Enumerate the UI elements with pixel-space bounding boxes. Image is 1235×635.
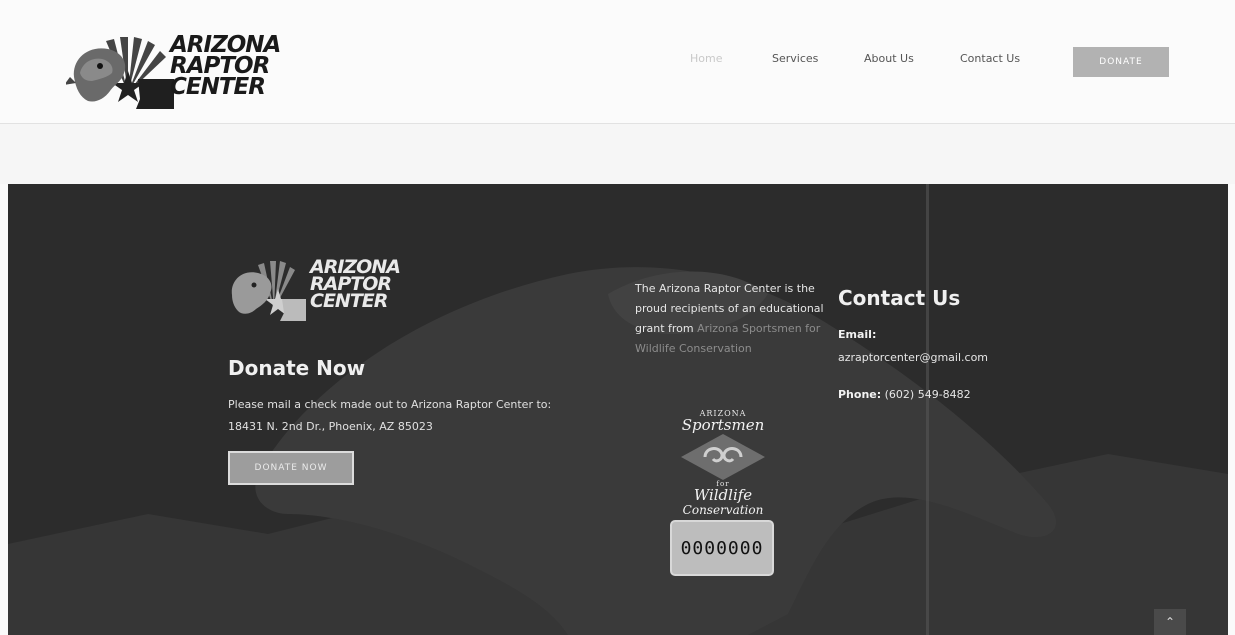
email-label: Email: — [838, 328, 876, 341]
contact-us-heading: Contact Us — [838, 286, 961, 310]
nav-contact-us[interactable]: Contact Us — [960, 52, 1020, 65]
badge-wildlife-label: Wildlife — [693, 486, 753, 504]
logo-line-center: CENTER — [170, 74, 266, 100]
eagle-flag-emblem-icon — [66, 37, 174, 109]
ornament-emblem-icon — [681, 434, 765, 480]
donate-now-heading: Donate Now — [228, 356, 366, 380]
donate-address: 18431 N. 2nd Dr., Phoenix, AZ 85023 — [228, 420, 433, 433]
phone-line: Phone: (602) 549-8482 — [838, 388, 971, 401]
badge-conservation-label: Conservation — [682, 503, 764, 517]
phone-number[interactable]: (602) 549-8482 — [885, 388, 971, 401]
footer-logo-wordmark: ARIZONA RAPTOR CENTER — [310, 258, 401, 312]
chevron-up-icon: ⌃ — [1164, 615, 1176, 629]
donate-now-button[interactable]: DONATE NOW — [228, 451, 354, 485]
site-logo[interactable]: ARIZONA RAPTOR CENTER — [66, 33, 286, 109]
footer-logo[interactable]: ARIZONA RAPTOR CENTER — [228, 258, 403, 321]
nav-about-us[interactable]: About Us — [864, 52, 914, 65]
header-donate-button[interactable]: DONATE — [1073, 47, 1169, 77]
scroll-to-top-button[interactable]: ⌃ — [1154, 609, 1186, 635]
plate-number: 0000000 — [680, 538, 764, 559]
email-address[interactable]: azraptorcenter@gmail.com — [838, 351, 988, 364]
nav-home[interactable]: Home — [690, 52, 722, 65]
site-header: ARIZONA RAPTOR CENTER Home Services Abou… — [0, 0, 1235, 184]
logo-wordmark: ARIZONA RAPTOR CENTER — [170, 34, 281, 100]
donate-instruction-line: Please mail a check made out to Arizona … — [228, 398, 552, 411]
footer-logo-line-center: CENTER — [310, 290, 388, 312]
footer-eagle-emblem-icon — [231, 261, 306, 321]
eagle-background-image — [8, 184, 1228, 635]
donate-instructions: Please mail a check made out to Arizona … — [228, 394, 608, 438]
badge-sportsmen-label: Sportsmen — [681, 416, 765, 434]
phone-label: Phone: — [838, 388, 882, 401]
license-plate-image: 0000000 — [670, 520, 774, 576]
nav-services[interactable]: Services — [772, 52, 818, 65]
email-label-text: Email: — [838, 328, 877, 341]
sportsmen-badge[interactable]: ARIZONA Sportsmen for Wildlife Conservat… — [668, 409, 778, 579]
site-footer: ARIZONA RAPTOR CENTER Donate Now Please … — [8, 184, 1228, 635]
grant-statement: The Arizona Raptor Center is the proud r… — [635, 279, 825, 359]
